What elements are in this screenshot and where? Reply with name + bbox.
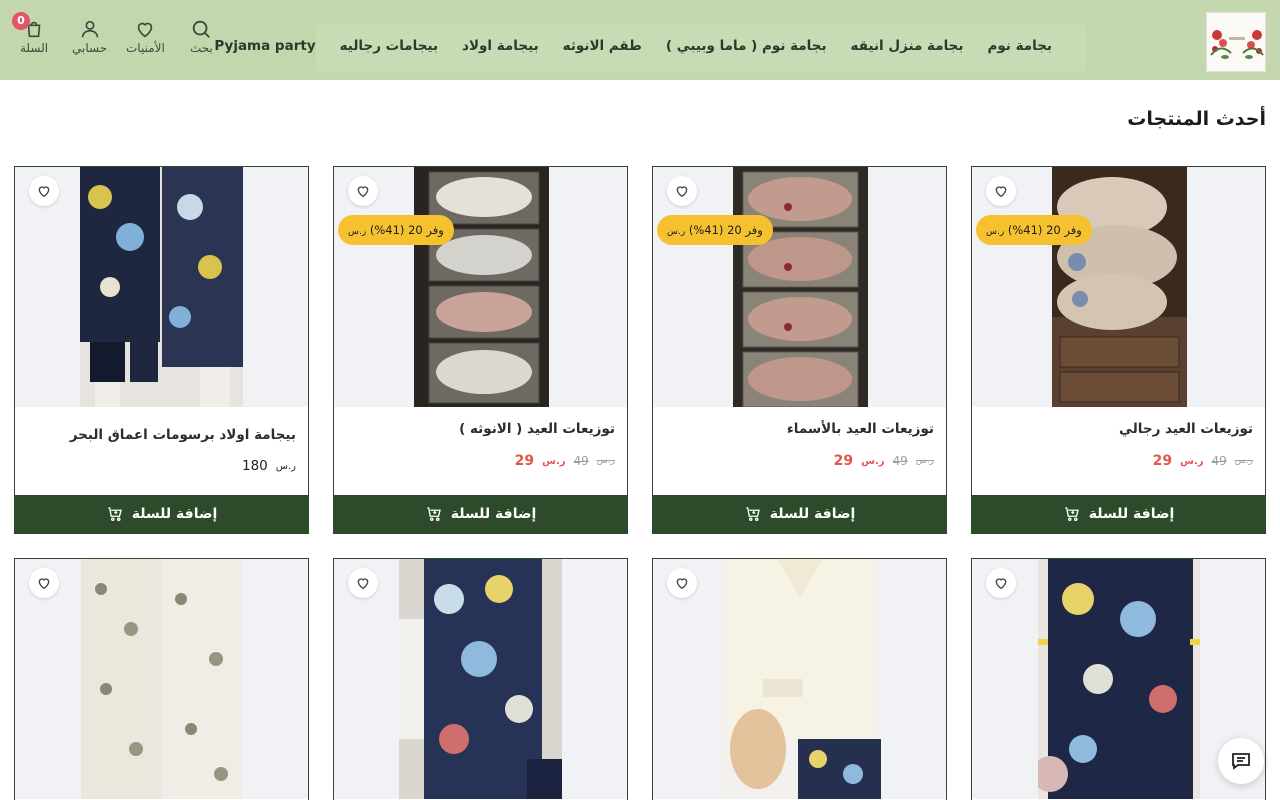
currency-symbol: ر.س (667, 227, 686, 237)
sale-price: 29 (833, 453, 854, 469)
product-name[interactable]: بيجامة اولاد برسومات اعماق البحر (70, 427, 296, 443)
search-button[interactable]: بحث (190, 18, 213, 55)
price-row: 29 ر.س 49 ر.س (515, 453, 615, 469)
product-image[interactable]: وفر 20 (41%) ر.س (972, 167, 1265, 407)
currency-symbol: ر.س (275, 460, 296, 472)
nav-item-home-pyjama[interactable]: بجامة منزل انيقه (851, 38, 964, 54)
main-nav: بجامة نوم بجامة منزل انيقه بجامة نوم ( م… (214, 38, 1052, 54)
wishlist-toggle[interactable] (986, 568, 1016, 598)
cart-plus-icon (1064, 507, 1079, 522)
product-card[interactable]: وفر 20 (41%) ر.س توزيعات العيد رجالي 29 … (971, 166, 1266, 534)
currency-symbol: ر.س (542, 455, 566, 467)
product-name[interactable]: توزيعات العيد بالأسماء (787, 421, 934, 437)
currency-symbol: ر.س (1180, 455, 1204, 467)
add-to-cart-label: إضافة للسلة (769, 506, 856, 522)
sale-price: 29 (514, 453, 535, 469)
chat-icon (1232, 753, 1250, 770)
add-to-cart-button[interactable]: إضافة للسلة (15, 495, 308, 533)
cart-count-badge: 0 (12, 12, 30, 30)
product-image[interactable] (15, 559, 308, 799)
user-icon (81, 20, 98, 38)
cart-button[interactable]: 0 السلة (12, 12, 49, 55)
wishlist-toggle[interactable] (348, 568, 378, 598)
discount-text: وفر 20 (41%) (1007, 223, 1082, 237)
heart-icon (357, 186, 369, 198)
add-to-cart-button[interactable]: إضافة للسلة (334, 495, 627, 533)
nav-item-feminine-set[interactable]: طقم الانوثه (563, 38, 642, 54)
wishlist-toggle[interactable] (29, 568, 59, 598)
product-name[interactable]: توزيعات العيد ( الانوثه ) (459, 421, 615, 437)
product-card[interactable] (333, 558, 628, 800)
wishlist-toggle[interactable] (986, 176, 1016, 206)
product-card[interactable]: وفر 20 (41%) ر.س توزيعات العيد ( الانوثه… (333, 166, 628, 534)
original-price: 49 (573, 454, 589, 468)
original-price: 49 (1211, 454, 1227, 468)
currency-symbol: ر.س (348, 227, 367, 237)
discount-badge: وفر 20 (41%) ر.س (657, 215, 773, 245)
product-image[interactable] (334, 559, 627, 799)
add-to-cart-label: إضافة للسلة (131, 506, 218, 522)
wishlist-toggle[interactable] (29, 176, 59, 206)
site-header: بجامة نوم بجامة منزل انيقه بجامة نوم ( م… (0, 0, 1280, 80)
wishlist-label: الأمنيات (126, 41, 165, 55)
account-label: حسابي (72, 41, 108, 55)
heart-icon (138, 22, 153, 38)
original-price: 49 (892, 454, 908, 468)
nav-item-mama-baby[interactable]: بجامة نوم ( ماما وبيبي ) (666, 38, 827, 54)
currency-symbol: ر.س (861, 455, 885, 467)
heart-icon (38, 578, 50, 590)
search-label: بحث (190, 41, 213, 55)
account-button[interactable]: حسابي (72, 18, 107, 55)
store-logo[interactable] (1206, 12, 1266, 72)
section-title: أحدث المنتجات (1127, 108, 1266, 130)
search-icon (193, 20, 211, 38)
price-row: 180 ر.س (242, 458, 296, 474)
add-to-cart-label: إضافة للسلة (450, 506, 537, 522)
product-card[interactable] (652, 558, 947, 800)
currency-symbol: ر.س (915, 456, 934, 466)
price-row: 29 ر.س 49 ر.س (1153, 453, 1253, 469)
product-image[interactable]: وفر 20 (41%) ر.س (334, 167, 627, 407)
currency-symbol: ر.س (1234, 456, 1253, 466)
heart-icon (676, 186, 688, 198)
nav-item-pyjama-party[interactable]: Pyjama party (214, 38, 315, 54)
cart-plus-icon (745, 507, 760, 522)
cart-plus-icon (107, 507, 122, 522)
currency-symbol: ر.س (986, 227, 1005, 237)
product-name[interactable]: توزيعات العيد رجالي (1119, 421, 1253, 437)
heart-icon (995, 578, 1007, 590)
currency-symbol: ر.س (596, 456, 615, 466)
discount-text: وفر 20 (41%) (688, 223, 763, 237)
chat-button[interactable] (1218, 738, 1264, 784)
cart-label: السلة (20, 41, 49, 55)
discount-badge: وفر 20 (41%) ر.س (976, 215, 1092, 245)
sale-price: 29 (1152, 453, 1173, 469)
wishlist-toggle[interactable] (348, 176, 378, 206)
wishlist-toggle[interactable] (667, 568, 697, 598)
product-image[interactable] (15, 167, 308, 407)
product-card[interactable] (14, 558, 309, 800)
price: 180 (242, 458, 268, 474)
nav-item-boys-pyjama[interactable]: بيجامة اولاد (462, 38, 539, 54)
price-row: 29 ر.س 49 ر.س (834, 453, 934, 469)
product-card[interactable]: وفر 20 (41%) ر.س توزيعات العيد بالأسماء … (652, 166, 947, 534)
heart-icon (995, 186, 1007, 198)
nav-item-mens-pyjama[interactable]: بيجامات رجاليه (340, 38, 438, 54)
nav-item-sleep-pyjama[interactable]: بجامة نوم (987, 38, 1052, 54)
heart-icon (38, 186, 50, 198)
product-image[interactable] (653, 559, 946, 799)
wishlist-toggle[interactable] (667, 176, 697, 206)
add-to-cart-button[interactable]: إضافة للسلة (653, 495, 946, 533)
product-card[interactable]: بيجامة اولاد برسومات اعماق البحر 180 ر.س… (14, 166, 309, 534)
product-image[interactable]: وفر 20 (41%) ر.س (653, 167, 946, 407)
heart-icon (676, 578, 688, 590)
discount-badge: وفر 20 (41%) ر.س (338, 215, 454, 245)
add-to-cart-label: إضافة للسلة (1088, 506, 1175, 522)
heart-icon (357, 578, 369, 590)
discount-text: وفر 20 (41%) (369, 223, 444, 237)
add-to-cart-button[interactable]: إضافة للسلة (972, 495, 1265, 533)
cart-plus-icon (426, 507, 441, 522)
wishlist-button[interactable]: الأمنيات (126, 18, 165, 55)
